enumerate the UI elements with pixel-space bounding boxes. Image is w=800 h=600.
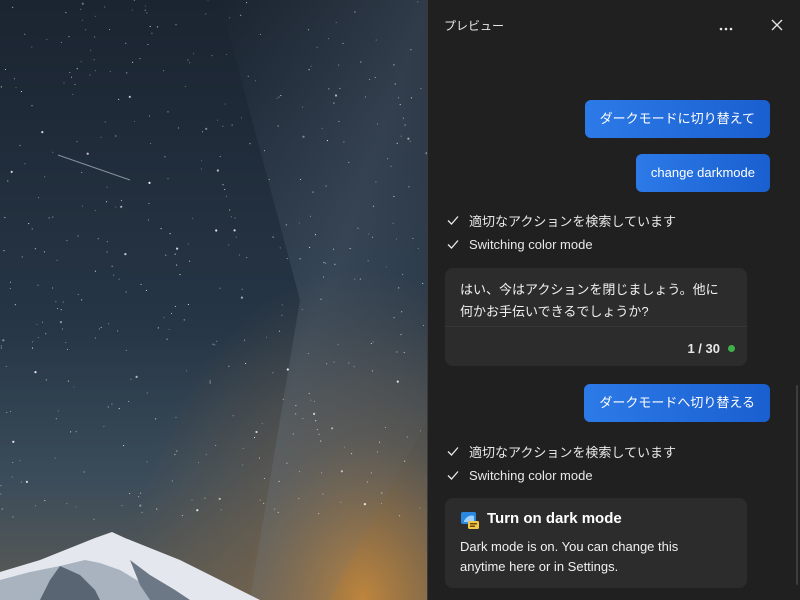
step-label: 適切なアクションを検索しています <box>469 213 676 229</box>
user-message: ダークモードへ切り替える <box>584 384 770 422</box>
progress-step: Switching color mode <box>446 465 593 485</box>
pane-title: プレビュー <box>444 19 505 33</box>
action-card[interactable]: Turn on dark mode Dark mode is on. You c… <box>445 498 747 588</box>
more-options-button[interactable] <box>710 9 742 41</box>
desktop-wallpaper <box>0 0 427 600</box>
progress-step: Switching color mode <box>446 234 593 254</box>
checkmark-icon <box>446 237 460 251</box>
copilot-pane: プレビュー ダークモードに切り替えて change darkmode 適切なアク… <box>427 0 800 600</box>
action-card-body: Dark mode is on. You can change this any… <box>460 539 679 574</box>
progress-step: 適切なアクションを検索しています <box>446 441 676 461</box>
pane-titlebar: プレビュー <box>428 0 800 50</box>
step-label: Switching color mode <box>469 236 593 252</box>
user-message: change darkmode <box>635 154 770 192</box>
reply-line: はい、今はアクションを閉じましょう。他に <box>460 282 719 297</box>
user-message: ダークモードに切り替えて <box>584 100 770 138</box>
checkmark-icon <box>446 213 460 227</box>
assistant-reply-text: はい、今はアクションを閉じましょう。他に 何かお手伝いできるでしょうか? <box>445 268 747 323</box>
checkmark-icon <box>446 444 460 458</box>
turn-counter: 1 / 30 <box>687 341 735 356</box>
close-icon <box>771 16 783 35</box>
scrollbar[interactable] <box>796 385 798 585</box>
reply-line: 何かお手伝いできるでしょうか? <box>460 304 649 319</box>
progress-step: 適切なアクションを検索しています <box>446 210 676 230</box>
step-label: 適切なアクションを検索しています <box>469 444 676 460</box>
more-horizontal-icon <box>719 16 733 35</box>
card-divider <box>445 326 747 327</box>
close-button[interactable] <box>761 9 793 41</box>
status-dot <box>728 345 735 352</box>
step-label: Switching color mode <box>469 467 593 483</box>
theme-settings-icon <box>460 510 480 530</box>
turn-counter-label: 1 / 30 <box>687 341 720 356</box>
checkmark-icon <box>446 468 460 482</box>
assistant-reply-card: はい、今はアクションを閉じましょう。他に 何かお手伝いできるでしょうか? 1 /… <box>445 268 747 366</box>
action-card-title: Turn on dark mode <box>487 510 622 527</box>
